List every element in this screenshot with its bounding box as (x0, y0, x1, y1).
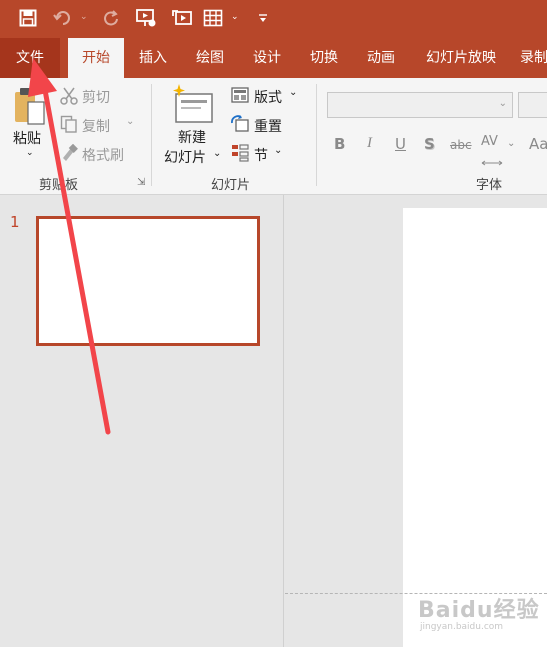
italic-button[interactable]: I (367, 135, 372, 152)
redo-icon[interactable] (100, 6, 122, 30)
font-group-label: 字体 (476, 178, 503, 193)
layout-dropdown-icon[interactable]: ⌄ (289, 87, 297, 98)
slide-thumbnail-pane: 1 (0, 195, 284, 647)
slide-editing-pane (285, 195, 547, 647)
new-slide-dropdown-icon[interactable]: ⌄ (213, 148, 221, 159)
baidu-watermark-url: jingyan.baidu.com (420, 622, 504, 632)
new-slide-label-line1[interactable]: 新建 (178, 127, 206, 147)
layout-button[interactable]: 版式 (254, 87, 282, 107)
clipboard-group-label: 剪贴板 (39, 178, 79, 193)
section-button[interactable]: 节 (254, 145, 268, 165)
underline-button[interactable]: U (395, 135, 406, 153)
cut-icon (60, 87, 78, 105)
clipboard-launcher-icon[interactable]: ⇲ (137, 177, 145, 188)
table-dropdown-icon[interactable]: ⌄ (231, 12, 239, 22)
group-separator (316, 84, 317, 186)
slide-number: 1 (10, 213, 20, 231)
paste-icon[interactable] (12, 86, 46, 126)
ribbon-tabs: 文件 开始 插入 绘图 设计 切换 动画 幻灯片放映 录制 (0, 38, 547, 78)
section-icon (231, 144, 249, 162)
paste-button[interactable]: 粘贴 (13, 128, 41, 148)
quick-access-toolbar: ⌄ ⌄ (0, 0, 547, 38)
font-name-dropdown-icon[interactable]: ⌄ (499, 98, 507, 109)
cut-button[interactable]: 剪切 (82, 87, 110, 107)
tab-home[interactable]: 开始 (68, 38, 124, 78)
copy-button[interactable]: 复制 (82, 116, 110, 136)
slide-canvas[interactable] (403, 208, 547, 647)
tab-design[interactable]: 设计 (242, 38, 292, 78)
format-painter-icon (60, 143, 78, 162)
bold-button[interactable]: B (334, 135, 345, 153)
format-painter-button[interactable]: 格式刷 (82, 145, 124, 165)
font-size-combo[interactable] (518, 92, 547, 118)
paste-dropdown-icon[interactable]: ⌄ (26, 148, 34, 158)
section-dropdown-icon[interactable]: ⌄ (274, 145, 282, 156)
layout-icon (231, 87, 249, 103)
change-case-button[interactable]: Aa (529, 135, 547, 153)
strikethrough-button[interactable]: abc (450, 138, 472, 152)
undo-icon[interactable] (52, 6, 74, 30)
present-from-beginning-icon[interactable] (134, 6, 158, 30)
shadow-button[interactable]: S (424, 135, 435, 153)
save-icon[interactable] (16, 6, 40, 30)
ribbon-home: 粘贴 ⌄ 剪切 复制 ⌄ 格式刷 剪贴板 ⇲ 新建 幻灯片 ⌄ 版式 ⌄ 重置 … (0, 78, 547, 195)
undo-dropdown-icon[interactable]: ⌄ (80, 12, 88, 22)
table-icon[interactable] (202, 6, 224, 30)
tab-draw[interactable]: 绘图 (185, 38, 235, 78)
character-spacing-dropdown-icon[interactable]: ⌄ (507, 138, 515, 149)
tab-record[interactable]: 录制 (520, 38, 547, 78)
group-separator (151, 84, 152, 186)
reset-button[interactable]: 重置 (254, 116, 282, 136)
new-slide-icon[interactable] (172, 84, 214, 124)
copy-icon (60, 115, 78, 133)
customize-toolbar-icon[interactable] (256, 6, 270, 30)
tab-insert[interactable]: 插入 (128, 38, 178, 78)
reset-icon (231, 115, 249, 133)
tab-file[interactable]: 文件 (0, 38, 60, 78)
new-slide-label-line2[interactable]: 幻灯片 (164, 147, 206, 167)
font-name-combo[interactable]: ⌄ (327, 92, 513, 118)
tab-animations[interactable]: 动画 (356, 38, 406, 78)
tab-slide-show[interactable]: 幻灯片放映 (418, 38, 504, 78)
slides-group-label: 幻灯片 (211, 178, 251, 193)
start-from-slide-icon[interactable] (170, 6, 194, 30)
tab-transitions[interactable]: 切换 (299, 38, 349, 78)
copy-dropdown-icon[interactable]: ⌄ (126, 116, 134, 127)
slide-thumbnail[interactable] (36, 216, 260, 346)
character-spacing-icon (481, 151, 503, 166)
character-spacing-button[interactable]: AV (481, 134, 498, 149)
baidu-watermark: Baidu经验 (418, 598, 540, 623)
